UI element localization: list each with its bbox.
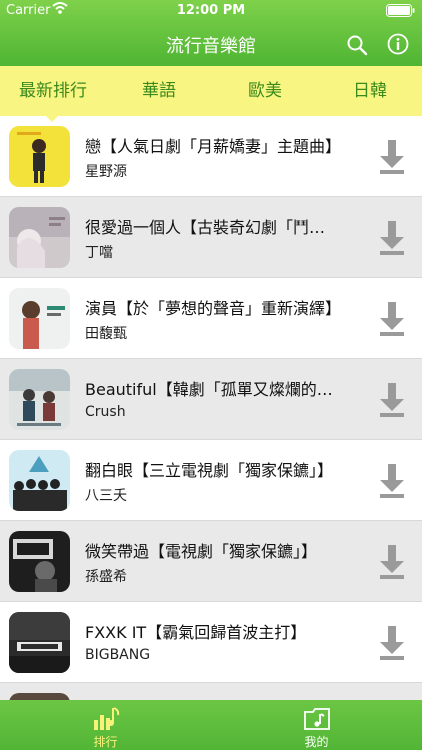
tab-japanese-korean[interactable]: 日韓 [318,66,422,116]
tab-selected-indicator [46,116,58,122]
song-artist: 田馥甄 [85,326,127,342]
tab-latest-chart[interactable]: 最新排行 [0,66,106,116]
top-bar: Carrier 12:00 PM 流行音樂館 [0,0,422,66]
album-art [9,612,70,673]
tab-ranking-label: 排行 [93,735,118,749]
song-title: 微笑帶過【電視劇「獨家保鑣」】 [85,542,318,561]
song-list[interactable]: 戀【人氣日劇「月薪嬌妻」主題曲】 星野源 很愛過一個人【古裝奇幻劇「鬥破蒼穹」】… [0,116,422,700]
song-artist: 八三夭 [85,488,127,504]
tab-ranking[interactable]: 排行 [0,700,211,750]
album-art [9,126,70,187]
song-title: 翻白眼【三立電視劇「獨家保鑣」】 [85,461,334,480]
list-item[interactable]: 戀【人氣日劇「月薪嬌妻」主題曲】 星野源 [0,116,422,197]
song-title: 演員【於「夢想的聲音」重新演繹】 [85,299,341,318]
album-art [9,450,70,511]
clock: 12:00 PM [176,3,246,18]
album-art [9,531,70,592]
status-bar: Carrier 12:00 PM [0,0,422,22]
search-icon[interactable] [346,34,368,56]
download-icon[interactable] [378,140,406,174]
album-art [9,693,70,700]
bottom-tab-bar: 排行 我的 [0,700,422,750]
album-art [9,369,70,430]
list-item[interactable]: 翻白眼【三立電視劇「獨家保鑣」】 八三夭 [0,440,422,521]
navigation-bar: 流行音樂館 [0,22,422,66]
list-item[interactable]: 微笑帶過【電視劇「獨家保鑣」】 孫盛希 [0,521,422,602]
info-icon[interactable] [387,33,409,55]
tab-mine-label: 我的 [304,735,329,749]
song-artist: 丁噹 [85,245,113,261]
song-artist: 孫盛希 [85,569,127,585]
category-tabs: 最新排行 華語 歐美 日韓 [0,66,422,116]
list-item[interactable] [0,683,422,700]
album-art [9,288,70,349]
download-icon[interactable] [378,221,406,255]
album-art [9,207,70,268]
song-title: 戀【人氣日劇「月薪嬌妻」主題曲】 [85,137,341,156]
song-artist: 星野源 [85,164,127,180]
song-artist: Crush [85,404,126,420]
music-folder-icon [304,708,330,730]
list-item[interactable]: 演員【於「夢想的聲音」重新演繹】 田馥甄 [0,278,422,359]
download-icon[interactable] [378,302,406,336]
tab-chinese[interactable]: 華語 [106,66,212,116]
tab-mine[interactable]: 我的 [211,700,422,750]
song-artist: BIGBANG [85,647,151,663]
song-title: 很愛過一個人【古裝奇幻劇「鬥破蒼穹」】 [85,218,341,237]
tab-western[interactable]: 歐美 [212,66,318,116]
download-icon[interactable] [378,464,406,498]
download-icon[interactable] [378,383,406,417]
chart-music-icon [94,707,120,730]
song-title: Beautiful【韓劇「孤單又燦爛的神」】 [85,380,341,399]
list-item[interactable]: FXXK IT【霸氣回歸首波主打】 BIGBANG [0,602,422,683]
battery-icon [386,4,415,17]
song-title: FXXK IT【霸氣回歸首波主打】 [85,623,307,642]
download-icon[interactable] [378,626,406,660]
download-icon[interactable] [378,545,406,579]
list-item[interactable]: 很愛過一個人【古裝奇幻劇「鬥破蒼穹」】 丁噹 [0,197,422,278]
list-item[interactable]: Beautiful【韓劇「孤單又燦爛的神」】 Crush [0,359,422,440]
